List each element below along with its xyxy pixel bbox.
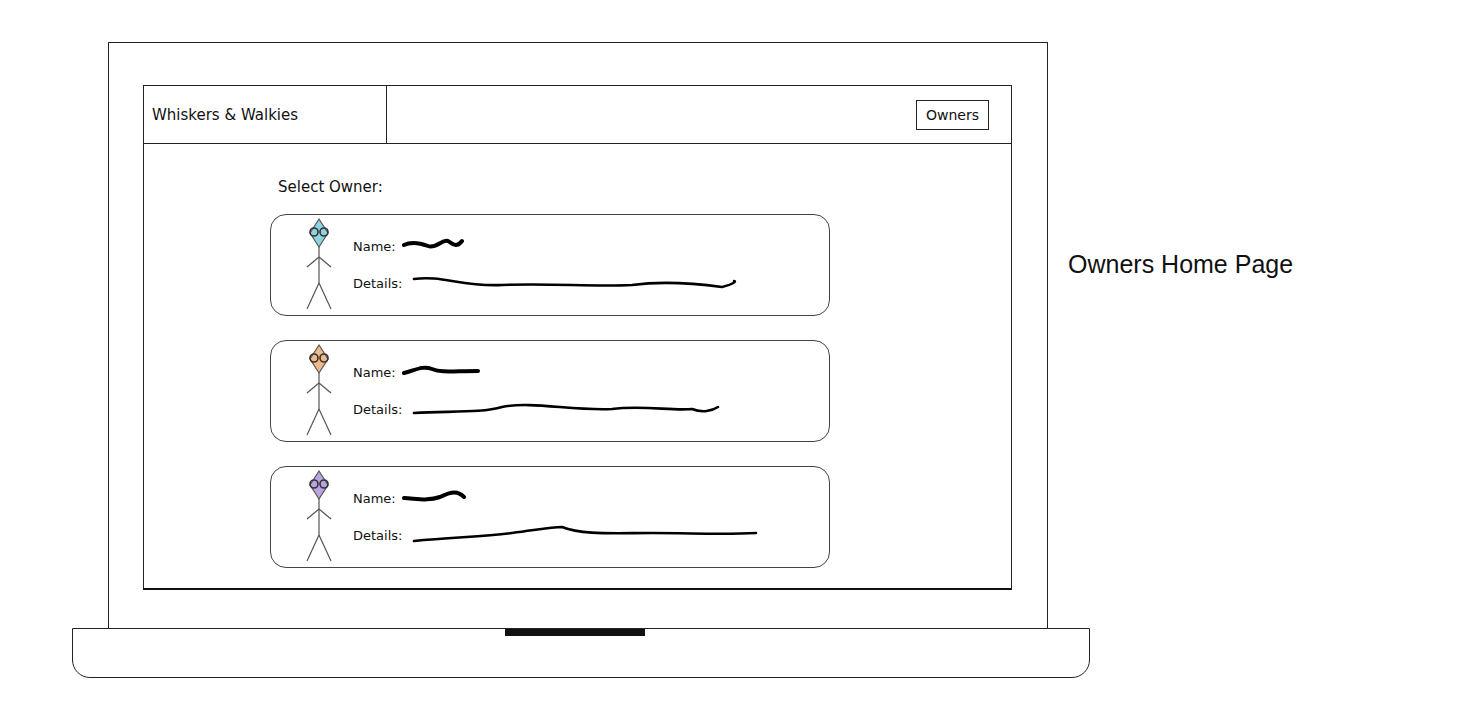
owner-fields: Name: Details:: [353, 237, 762, 293]
name-row: Name:: [353, 489, 762, 507]
details-label: Details:: [353, 276, 402, 291]
name-label: Name:: [353, 239, 396, 254]
name-scribble-icon: [402, 489, 482, 507]
content: Select Owner: Name: Details: Name: Detai…: [144, 144, 1011, 568]
details-row: Details:: [353, 525, 762, 545]
app-window: Whiskers & Walkies Owners Select Owner: …: [143, 85, 1012, 590]
stick-figure-icon: [297, 469, 341, 565]
owners-button[interactable]: Owners: [916, 100, 989, 130]
owner-card[interactable]: Name: Details:: [270, 214, 830, 316]
owner-fields: Name: Details:: [353, 489, 762, 545]
owner-fields: Name: Details:: [353, 363, 762, 419]
laptop-notch: [505, 629, 645, 636]
stick-figure-icon: [297, 343, 341, 439]
details-scribble-icon: [412, 525, 762, 545]
page: Whiskers & Walkies Owners Select Owner: …: [0, 0, 1469, 707]
name-row: Name:: [353, 363, 762, 381]
laptop-base: [72, 628, 1090, 678]
logo[interactable]: Whiskers & Walkies: [144, 86, 387, 143]
owner-list: Name: Details: Name: Details: Name: Deta…: [270, 214, 1011, 568]
owner-card[interactable]: Name: Details:: [270, 340, 830, 442]
page-caption: Owners Home Page: [1068, 42, 1293, 279]
name-scribble-icon: [402, 363, 482, 381]
details-scribble-icon: [412, 399, 762, 419]
details-row: Details:: [353, 273, 762, 293]
stick-figure-icon: [297, 217, 341, 313]
details-label: Details:: [353, 402, 402, 417]
name-scribble-icon: [402, 237, 482, 255]
details-row: Details:: [353, 399, 762, 419]
name-label: Name:: [353, 491, 396, 506]
name-row: Name:: [353, 237, 762, 255]
owner-card[interactable]: Name: Details:: [270, 466, 830, 568]
header-bar: Whiskers & Walkies Owners: [144, 86, 1011, 144]
select-owner-heading: Select Owner:: [278, 178, 1011, 198]
name-label: Name:: [353, 365, 396, 380]
details-scribble-icon: [412, 273, 762, 293]
laptop-icon: Whiskers & Walkies Owners Select Owner: …: [72, 42, 1090, 678]
details-label: Details:: [353, 528, 402, 543]
laptop-screen: Whiskers & Walkies Owners Select Owner: …: [108, 42, 1048, 628]
